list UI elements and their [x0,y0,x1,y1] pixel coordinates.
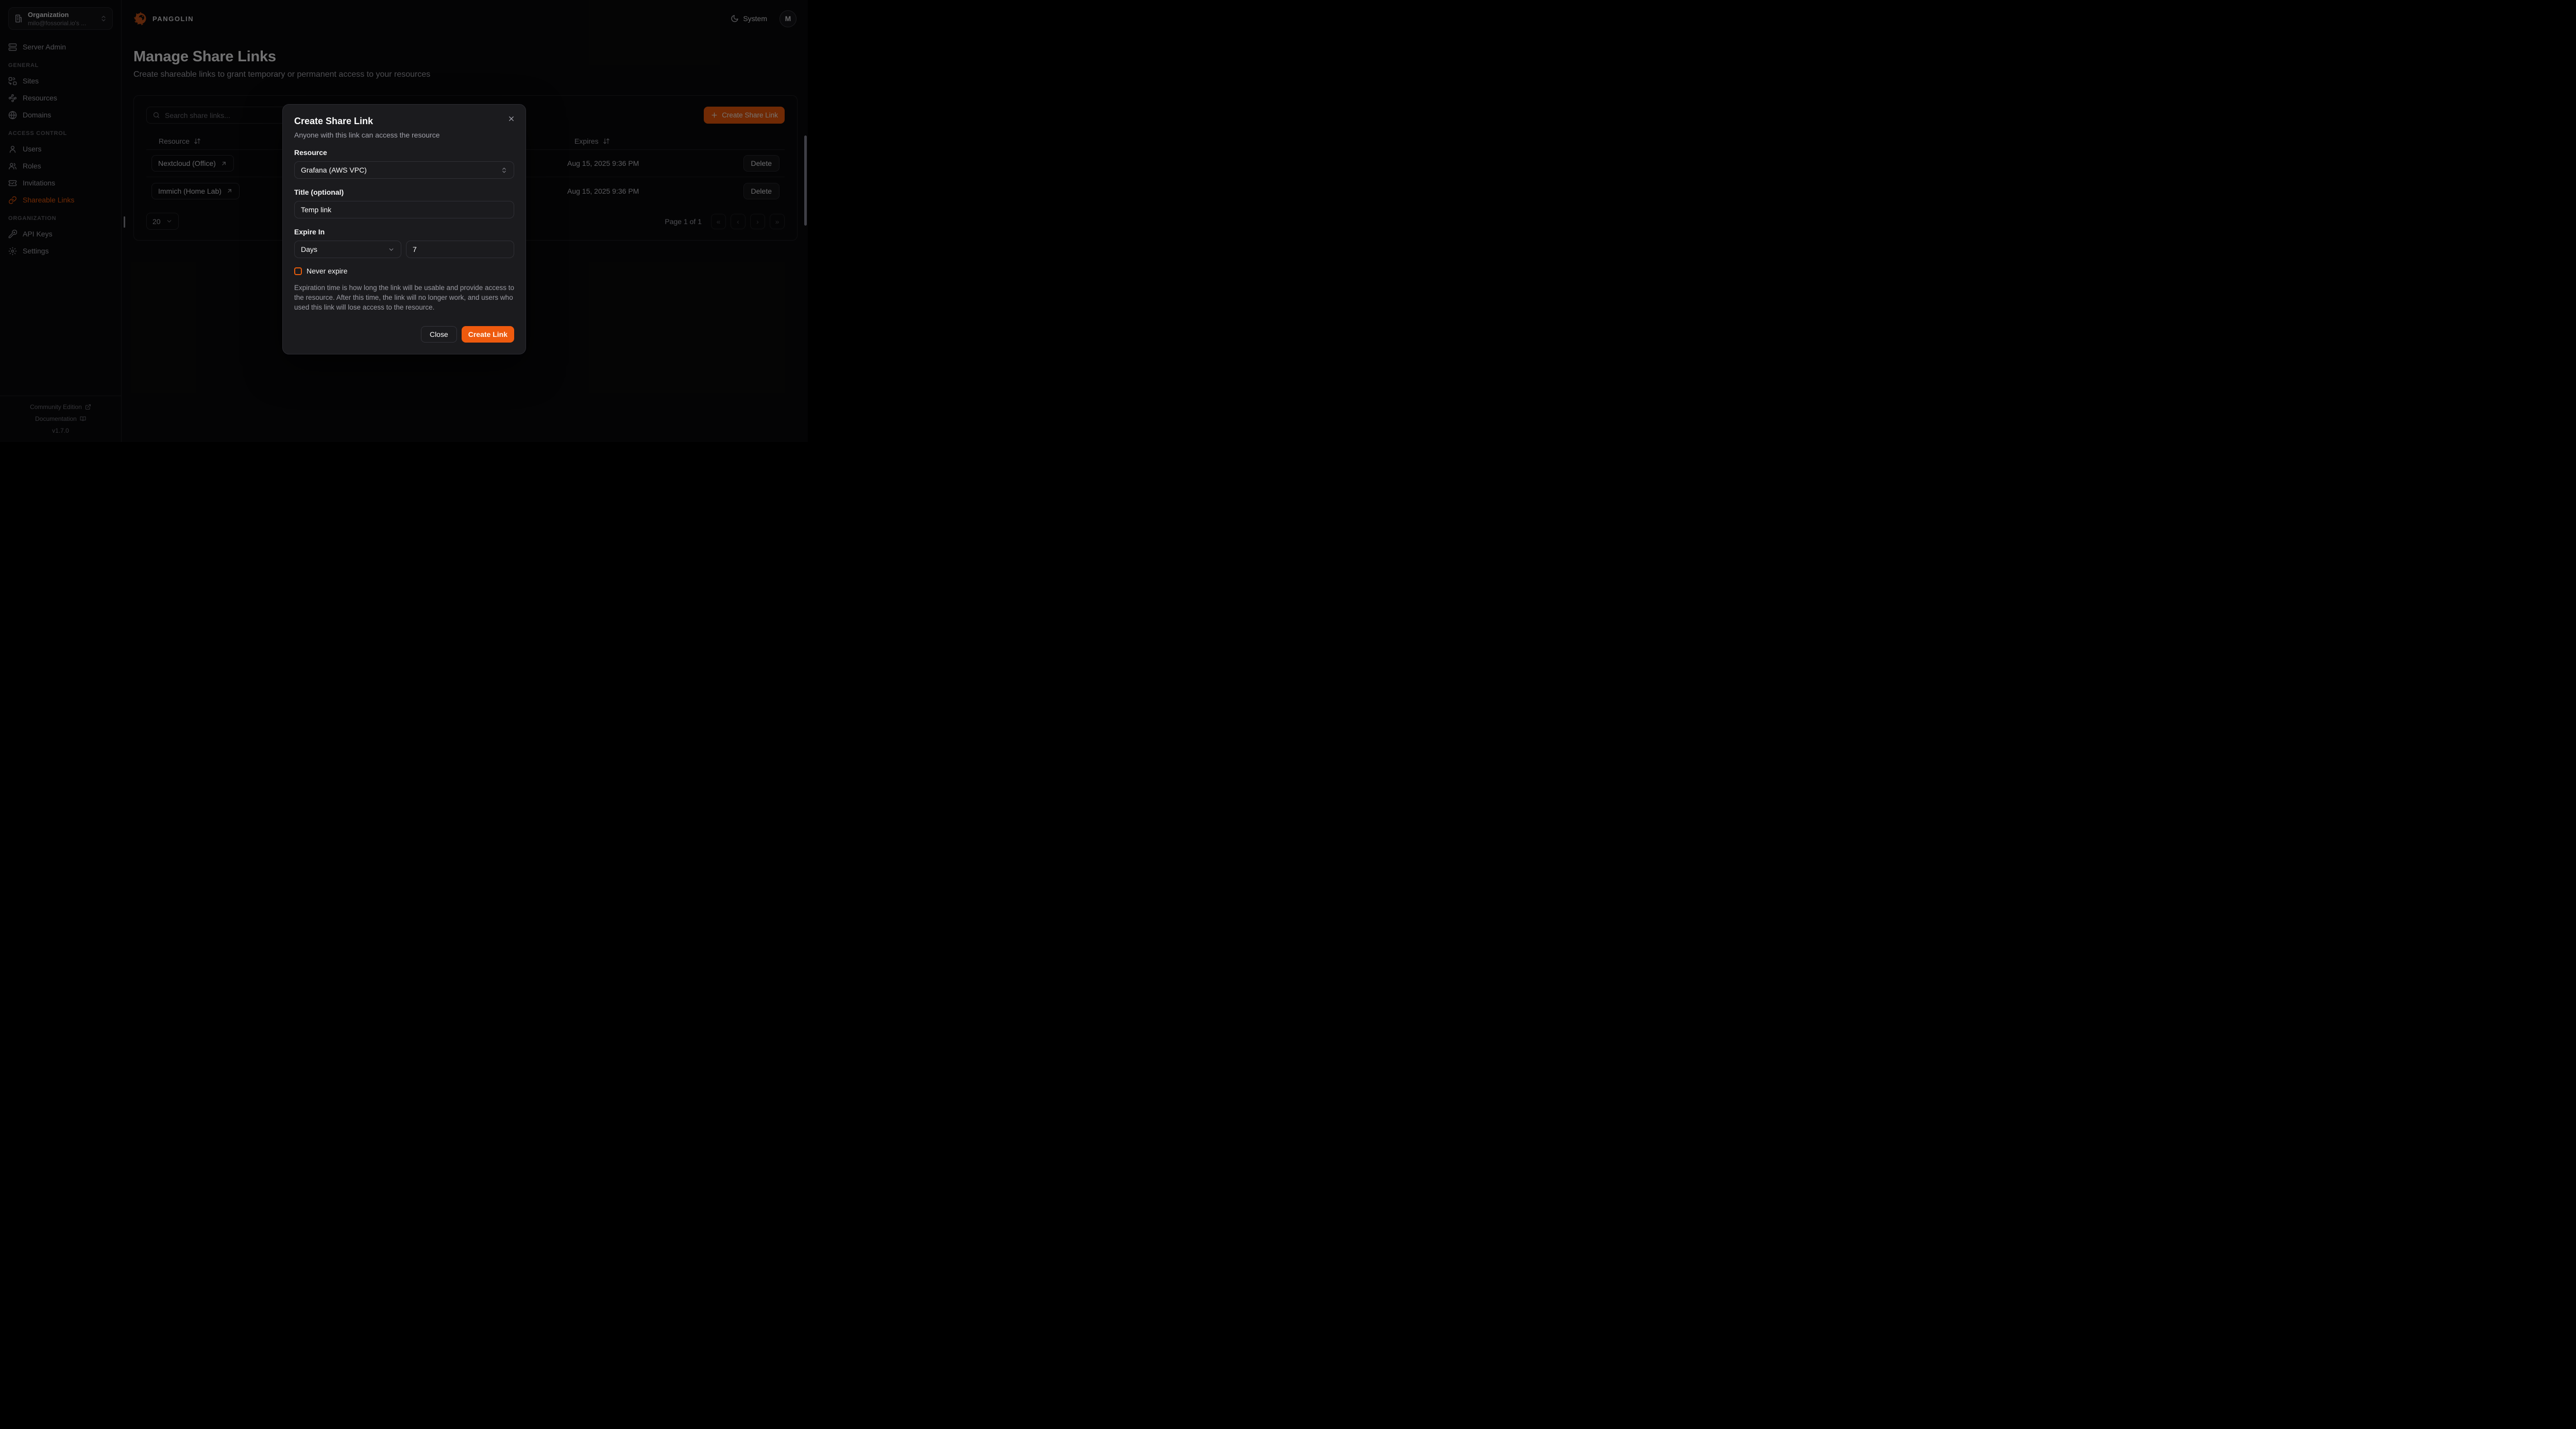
never-expire-row[interactable]: Never expire [294,267,514,275]
close-button[interactable]: Close [421,326,457,343]
close-icon[interactable] [505,113,517,125]
dialog-title: Create Share Link [294,116,514,127]
expire-in-label: Expire In [294,228,514,236]
title-input[interactable] [294,201,514,218]
chevrons-up-down-icon [501,167,507,174]
chevron-down-icon [388,246,395,253]
expire-unit-select[interactable]: Days [294,241,401,258]
never-expire-checkbox[interactable] [294,267,302,275]
expiration-help-text: Expiration time is how long the link wil… [294,283,514,312]
app-window: Organization milo@fossorial.io's ... Ser… [0,0,808,442]
create-link-button[interactable]: Create Link [462,326,514,343]
resource-label: Resource [294,148,514,157]
dialog-subtitle: Anyone with this link can access the res… [294,131,514,139]
create-share-link-dialog: Create Share Link Anyone with this link … [282,104,526,354]
resource-select[interactable]: Grafana (AWS VPC) [294,161,514,179]
scrollbar-thumb[interactable] [804,135,807,226]
expire-value-input[interactable] [406,241,514,258]
never-expire-label: Never expire [307,267,347,275]
title-label: Title (optional) [294,188,514,196]
